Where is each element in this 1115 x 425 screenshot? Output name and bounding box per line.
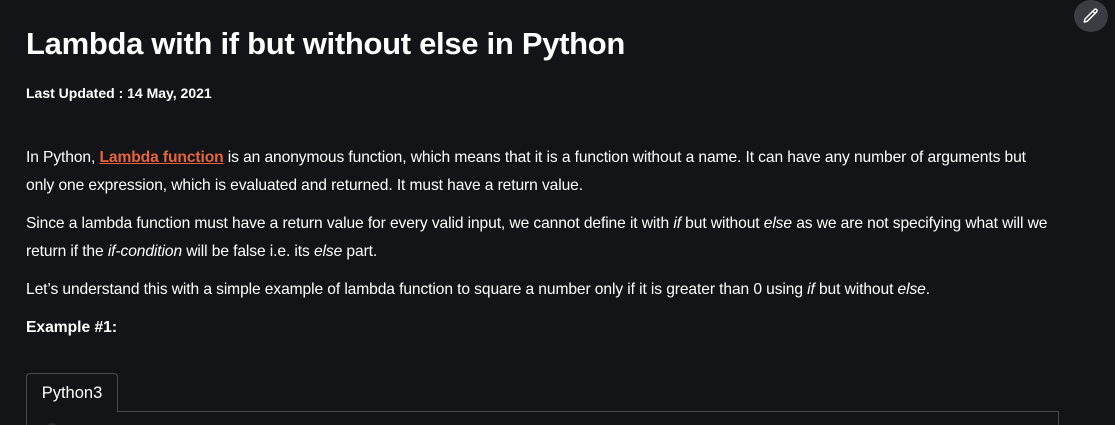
intro-paragraph: In Python, Lambda function is an anonymo… [26, 144, 1056, 200]
p2-emphasis-if-condition: if-condition [107, 243, 183, 260]
p2-emphasis-else-part: else [313, 243, 343, 260]
p1-text-before: In Python, [26, 149, 100, 166]
example-intro-paragraph: Let’s understand this with a simple exam… [26, 276, 1056, 304]
p3-text-2: but without [814, 281, 898, 298]
p2-text-1: Since a lambda function must have a retu… [26, 215, 674, 232]
last-updated-text: Last Updated : 14 May, 2021 [26, 85, 212, 101]
p3-text-1: Let’s understand this with a simple exam… [26, 281, 808, 298]
page-title: Lambda with if but without else in Pytho… [26, 26, 626, 61]
p2-text-5: part. [342, 243, 378, 260]
example-heading: Example #1: [26, 319, 118, 336]
edit-button[interactable] [1074, 0, 1108, 32]
p3-emphasis-else: else [897, 281, 926, 298]
explanation-paragraph: Since a lambda function must have a retu… [26, 210, 1056, 266]
p2-emphasis-else: else [763, 215, 792, 232]
p2-text-4: will be false i.e. its [182, 243, 314, 260]
p3-text-3: . [925, 281, 930, 298]
tab-python3[interactable]: Python3 [26, 373, 118, 412]
p2-emphasis-if: if [673, 215, 681, 232]
p2-text-2: but without [680, 215, 764, 232]
pencil-icon [1083, 8, 1098, 23]
p3-emphasis-if: if [807, 281, 815, 298]
code-block [26, 411, 1059, 425]
lambda-function-link[interactable]: Lambda function [99, 149, 223, 166]
